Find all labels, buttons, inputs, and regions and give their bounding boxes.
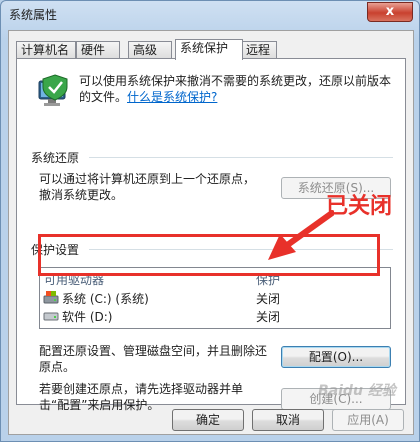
tab-remote[interactable]: 远程 — [241, 41, 277, 59]
drive-protection-status: 关闭 — [256, 310, 281, 324]
apply-button[interactable]: 应用(A) — [332, 409, 404, 431]
system-restore-label: 系统还原 — [31, 151, 80, 165]
configure-description: 配置还原设置、管理磁盘空间，并且删除还原点。 — [39, 344, 268, 374]
drive-icon — [43, 312, 59, 321]
close-button[interactable]: x — [367, 2, 413, 22]
intro-text: 可以使用系统保护来撤消不需要的系统更改，还原以前版本的文件。什么是系统保护? — [79, 73, 399, 105]
list-item[interactable]: 软件 (D:) 关闭 — [40, 306, 390, 324]
tab-hardware[interactable]: 硬件 — [76, 41, 120, 59]
ok-button[interactable]: 确定 — [172, 409, 244, 431]
system-protection-icon — [38, 74, 68, 106]
baidu-watermark: Baidu 经验 — [318, 383, 396, 399]
system-protection-panel: 可以使用系统保护来撤消不需要的系统更改，还原以前版本的文件。什么是系统保护? 系… — [16, 58, 406, 412]
system-restore-description: 可以通过将计算机还原到上一个还原点，撤消系统更改。 — [39, 172, 256, 202]
system-properties-window: 系统属性 x 计算机名 硬件 高级 系统保护 远程 可以使用系统保护来撤消不需要… — [0, 0, 420, 442]
section-divider — [89, 157, 393, 158]
tab-advanced[interactable]: 高级 — [128, 41, 172, 59]
dialog-buttons: 确定 取消 应用(A) — [9, 403, 413, 434]
configure-button[interactable]: 配置(O)... — [281, 346, 391, 368]
tab-computer-name[interactable]: 计算机名 — [16, 41, 76, 59]
annotation-label: 已关闭 — [326, 194, 393, 219]
window-title: 系统属性 — [9, 8, 58, 22]
drive-protection-status: 关闭 — [256, 292, 281, 306]
drive-name: 软件 (D:) — [62, 310, 113, 324]
what-is-system-protection-link[interactable]: 什么是系统保护? — [127, 90, 217, 104]
drive-protection-list[interactable]: 可用驱动器 保护 系统 (C:) (系统) 关闭 软件 (D:) 关闭 — [39, 267, 391, 329]
title-bar[interactable]: 系统属性 x — [1, 1, 419, 27]
system-drive-icon — [43, 291, 59, 304]
tab-system-protection[interactable]: 系统保护 — [175, 39, 243, 60]
drive-name: 系统 (C:) (系统) — [62, 292, 149, 306]
list-item[interactable]: 系统 (C:) (系统) 关闭 — [40, 288, 390, 306]
cancel-button[interactable]: 取消 — [252, 409, 324, 431]
annotation-arrow-icon — [268, 210, 334, 260]
dialog-client-area: 计算机名 硬件 高级 系统保护 远程 可以使用系统保护来撤消不需要的系统更改，还… — [8, 30, 414, 435]
intro-description: 可以使用系统保护来撤消不需要的系统更改，还原以前版本的文件。 — [79, 74, 392, 104]
